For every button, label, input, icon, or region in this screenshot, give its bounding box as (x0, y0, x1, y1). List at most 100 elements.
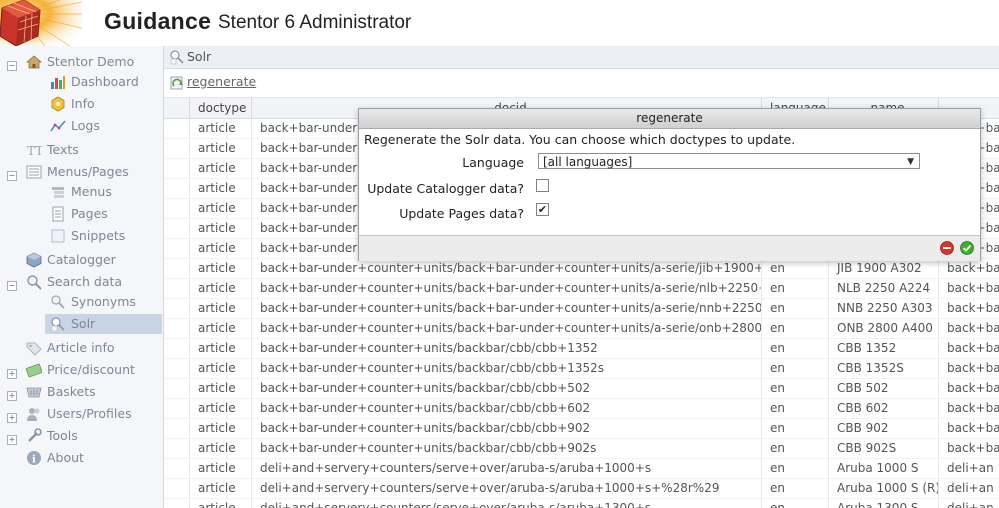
search-icon (27, 275, 42, 290)
panel-toolbar: regenerate (164, 69, 999, 97)
cell-doctype: article (189, 198, 251, 218)
sidebar-item-users-profiles[interactable]: Users/Profiles (26, 404, 162, 424)
sidebar-item-logs[interactable]: Logs (50, 116, 162, 136)
cell-doctype: article (189, 118, 251, 138)
cell-extra: back+bar (938, 298, 999, 318)
expand-toggle-price-discount[interactable]: + (7, 369, 17, 379)
cell-language: en (761, 498, 828, 508)
text-icon: TT (27, 144, 42, 158)
column-header-doctype[interactable]: doctype (189, 98, 251, 118)
collapse-toggle-search-data[interactable]: − (7, 281, 17, 291)
regenerate-link[interactable]: regenerate (187, 74, 256, 89)
cell-doctype: article (189, 418, 251, 438)
cell-extra: back+bar (938, 418, 999, 438)
cell-doctype: article (189, 398, 251, 418)
table-row[interactable]: article back+bar-under+counter+units/back… (164, 318, 999, 339)
update-pages-checkbox[interactable]: ✔ (536, 203, 549, 216)
table-row[interactable]: article back+bar-under+counter+units/back… (164, 298, 999, 319)
table-row[interactable]: article back+bar-under+counter+units/back… (164, 358, 999, 379)
table-row[interactable]: article back+bar-under+counter+units/back… (164, 438, 999, 459)
cell-language: en (761, 418, 828, 438)
sidebar-item-baskets[interactable]: Baskets (26, 382, 162, 402)
synonyms-icon (51, 295, 65, 309)
table-row[interactable]: article back+bar-under+counter+units/back… (164, 258, 999, 279)
update-catalogger-checkbox[interactable] (536, 179, 549, 192)
language-select-value: [all languages] (543, 155, 633, 169)
table-row[interactable]: article back+bar-under+counter+units/back… (164, 338, 999, 359)
table-row[interactable]: article back+bar-under+counter+units/back… (164, 418, 999, 439)
cell-name: NLB 2250 A224 (828, 278, 938, 298)
cell-docid: deli+and+servery+counters/serve+over/aru… (251, 458, 761, 478)
table-row[interactable]: article deli+and+servery+counters/serve+o… (164, 498, 999, 508)
cell-doctype: article (189, 298, 251, 318)
cell-extra: back+bar (938, 378, 999, 398)
cell-language: en (761, 358, 828, 378)
table-row[interactable]: article deli+and+servery+counters/serve+o… (164, 458, 999, 479)
basket-icon (26, 387, 42, 398)
expand-toggle-tools[interactable]: + (7, 435, 17, 445)
table-row[interactable]: article back+bar-under+counter+units/back… (164, 398, 999, 419)
ok-icon[interactable] (960, 241, 974, 255)
sidebar-item-synonyms[interactable]: Synonyms (50, 292, 162, 312)
dialog-title[interactable]: regenerate (359, 109, 980, 129)
sidebar-item-stentor-demo[interactable]: Stentor Demo (26, 52, 162, 72)
sidebar-item-dashboard[interactable]: Dashboard (50, 72, 162, 92)
collapse-toggle-menus-pages[interactable]: − (7, 171, 17, 181)
cell-docid: back+bar-under+counter+units/backbar/cbb… (251, 418, 761, 438)
sidebar-item-tools[interactable]: Tools (26, 426, 162, 446)
sidebar-item-price-discount[interactable]: Price/discount (26, 360, 162, 380)
cell-language: en (761, 298, 828, 318)
table-row[interactable]: article deli+and+servery+counters/serve+o… (164, 478, 999, 499)
cell-doctype: article (189, 378, 251, 398)
cell-extra: deli+an (938, 498, 999, 508)
update-pages-label: Update Pages data? (399, 206, 524, 221)
cell-doctype: article (189, 498, 251, 508)
cell-doctype: article (189, 218, 251, 238)
brand-name: Guidance (104, 8, 212, 34)
cell-extra: back+bar (938, 338, 999, 358)
sidebar-item-snippets[interactable]: Snippets (50, 226, 162, 246)
cell-docid: deli+and+servery+counters/serve+over/aru… (251, 478, 761, 498)
cell-extra: back+bar (938, 398, 999, 418)
cell-doctype: article (189, 458, 251, 478)
sidebar-item-search-data[interactable]: Search data (26, 272, 162, 292)
cell-extra: deli+an (938, 478, 999, 498)
logo-icon (0, 0, 82, 46)
language-select[interactable]: [all languages] ▼ (538, 153, 920, 169)
cell-language: en (761, 338, 828, 358)
cell-docid: back+bar-under+counter+units/backbar/cbb… (251, 398, 761, 418)
cancel-icon[interactable] (940, 241, 954, 255)
cell-extra: back+bar (938, 278, 999, 298)
table-row[interactable]: article back+bar-under+counter+units/back… (164, 278, 999, 299)
cell-name: CBB 1352 (828, 338, 938, 358)
sidebar-item-solr[interactable]: Solr (45, 314, 162, 334)
cell-docid: back+bar-under+counter+units/backbar/cbb… (251, 358, 761, 378)
cell-doctype: article (189, 438, 251, 458)
sidebar-item-about[interactable]: i About (26, 448, 162, 468)
cell-name: CBB 1352S (828, 358, 938, 378)
cell-docid: back+bar-under+counter+units/back+bar-un… (251, 258, 761, 278)
sidebar-item-menus-pages[interactable]: Menus/Pages (26, 162, 162, 182)
language-label: Language (462, 155, 524, 170)
cell-language: en (761, 438, 828, 458)
sidebar-item-catalogger[interactable]: Catalogger (26, 250, 162, 270)
table-row[interactable]: article back+bar-under+counter+units/back… (164, 378, 999, 399)
sidebar-item-menus[interactable]: Menus (50, 182, 162, 202)
cell-language: en (761, 258, 828, 278)
logs-icon (50, 120, 66, 132)
svg-text:i: i (32, 455, 36, 466)
cell-doctype: article (189, 178, 251, 198)
expand-toggle-baskets[interactable]: + (7, 391, 17, 401)
collapse-toggle-stentor-demo[interactable]: − (7, 61, 17, 71)
sidebar-item-texts[interactable]: TT Texts (26, 140, 162, 160)
panel-titlebar: Solr (164, 46, 999, 69)
cell-doctype: article (189, 238, 251, 258)
users-icon (27, 408, 40, 421)
expand-toggle-users-profiles[interactable]: + (7, 413, 17, 423)
sidebar-item-pages[interactable]: Pages (50, 204, 162, 224)
sidebar-item-article-info[interactable]: Article info (26, 338, 162, 358)
cell-name: NNB 2250 A303 (828, 298, 938, 318)
cell-doctype: article (189, 138, 251, 158)
sidebar-item-info[interactable]: Info (50, 94, 162, 114)
cell-name: Aruba 1000 S (R) (828, 478, 938, 498)
